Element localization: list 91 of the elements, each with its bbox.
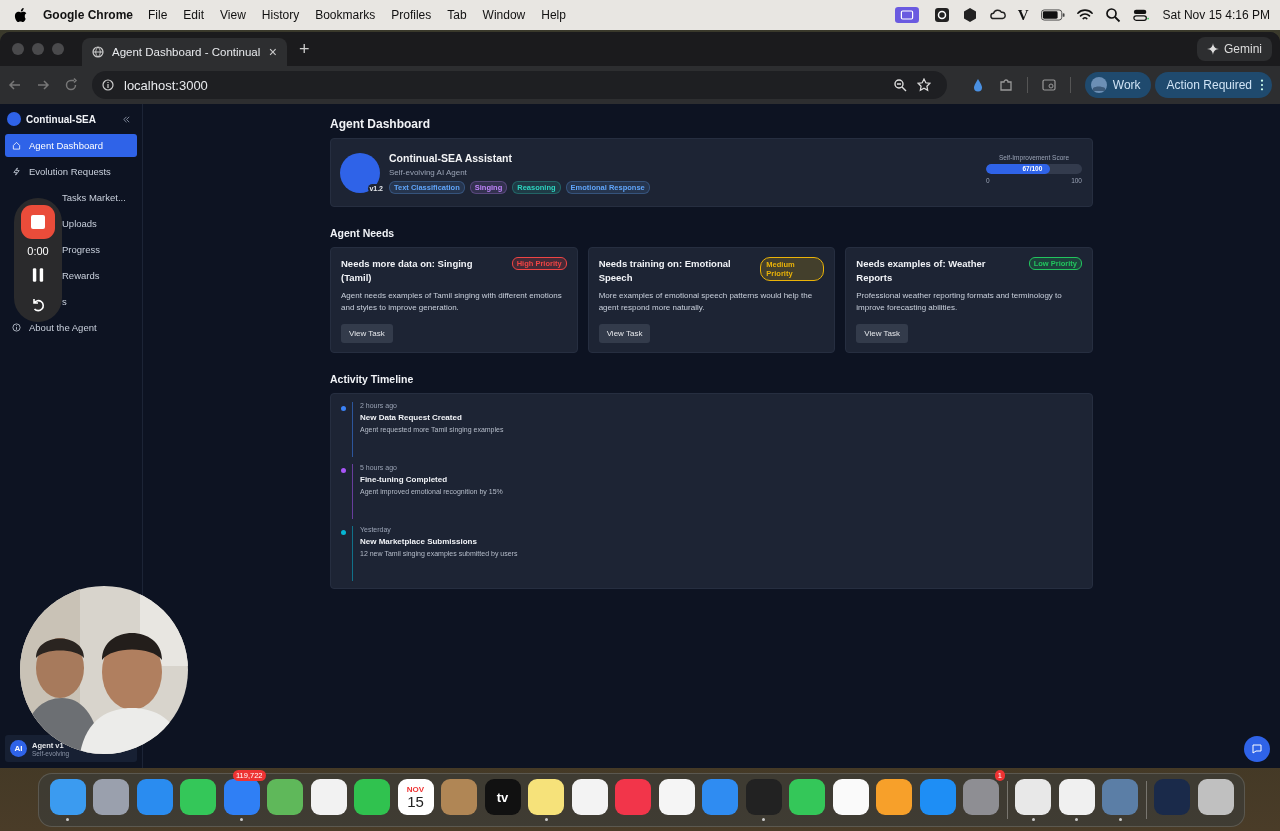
need-title: Needs training on: Emotional Speech xyxy=(598,257,732,285)
app-icon[interactable] xyxy=(1015,779,1051,815)
menu-item[interactable]: Window xyxy=(482,8,526,22)
puzzle-icon[interactable] xyxy=(998,78,1013,92)
sidebar-item[interactable]: About the Agent xyxy=(5,316,137,339)
menu-item[interactable]: Profiles xyxy=(391,8,432,22)
menu-item[interactable]: File xyxy=(148,8,168,22)
profile-button[interactable]: Work xyxy=(1084,72,1151,98)
view-task-button[interactable]: View Task xyxy=(856,324,909,343)
app-icon[interactable] xyxy=(93,779,129,815)
search-icon[interactable] xyxy=(1104,7,1121,23)
battery-icon xyxy=(1040,7,1065,23)
section-title: Agent Needs xyxy=(330,227,396,239)
menu-item[interactable]: Help xyxy=(541,8,566,22)
tab-close-button[interactable]: × xyxy=(268,44,277,60)
info-icon[interactable] xyxy=(102,79,114,91)
reload-icon[interactable] xyxy=(64,78,78,92)
app-menu[interactable]: Google Chrome xyxy=(43,8,133,22)
sidebar-item[interactable]: s xyxy=(59,290,137,313)
brand-name: Continual-SEA xyxy=(26,113,96,125)
globe-icon xyxy=(92,46,104,58)
app-icon[interactable] xyxy=(1197,779,1234,815)
event-title: New Marketplace Submissions xyxy=(360,537,478,546)
app-icon[interactable] xyxy=(876,779,912,815)
zoom-icon[interactable] xyxy=(892,78,907,92)
collapse-icon[interactable] xyxy=(122,114,131,124)
avatar-icon xyxy=(1090,77,1107,93)
sidebar-item[interactable]: Rewards xyxy=(59,264,137,287)
need-title: Needs examples of: Weather Reports xyxy=(856,257,987,285)
app-icon[interactable] xyxy=(180,779,216,815)
app-icon[interactable] xyxy=(571,779,608,815)
back-icon[interactable] xyxy=(8,78,22,92)
more-icon xyxy=(1260,79,1264,91)
app-icon[interactable] xyxy=(528,779,564,815)
need-description: Agent needs examples of Tamil singing with different emotions and styles to improve generation. xyxy=(341,290,563,314)
sidebar-item[interactable]: Progress xyxy=(59,238,137,261)
action-required-button[interactable]: Action Required xyxy=(1154,72,1272,98)
menu-item[interactable]: Edit xyxy=(183,8,205,22)
menu-item[interactable]: History xyxy=(261,8,300,22)
view-task-button[interactable]: View Task xyxy=(341,324,393,343)
control-center-icon[interactable] xyxy=(1132,7,1149,23)
new-tab-button[interactable]: + xyxy=(299,38,310,60)
need-title: Needs more data on: Singing (Tamil) xyxy=(341,257,474,285)
app-icon[interactable] xyxy=(354,779,390,815)
info-icon xyxy=(12,323,21,332)
need-description: More examples of emotional speech patterns would help the agent respond more naturally. xyxy=(598,290,814,314)
view-task-button[interactable]: View Task xyxy=(598,324,651,343)
gemini-button[interactable]: Gemini xyxy=(1197,37,1272,61)
menu-item[interactable]: Bookmarks xyxy=(315,8,376,22)
chat-button[interactable] xyxy=(1244,736,1270,762)
app-icon[interactable]: NOV 15 xyxy=(397,779,434,815)
star-icon[interactable] xyxy=(916,78,931,92)
chat-icon xyxy=(1251,743,1263,755)
sidebar-item[interactable]: Tasks Market... xyxy=(59,186,137,209)
home-icon xyxy=(12,141,21,150)
menu-item[interactable]: View xyxy=(220,8,246,22)
pause-icon[interactable] xyxy=(32,267,44,283)
sidebar-item[interactable]: Agent Dashboard xyxy=(5,134,137,157)
address-bar[interactable]: localhost:3000 xyxy=(92,71,947,99)
app-icon[interactable] xyxy=(789,779,825,815)
event-title: New Data Request Created xyxy=(360,413,463,422)
app-icon[interactable]: tv xyxy=(484,779,521,815)
recording-time: 0:00 xyxy=(27,245,49,257)
agent-subtitle: Self-evolving AI Agent xyxy=(389,167,468,177)
app-icon[interactable] xyxy=(1058,779,1095,815)
sparkle-icon xyxy=(1207,43,1219,55)
apple-icon[interactable] xyxy=(14,7,27,23)
need-description: Professional weather reporting formats and terminology to improve forecasting abilities. xyxy=(856,290,1063,314)
event-title: Fine-tuning Completed xyxy=(360,475,449,484)
section-title: Activity Timeline xyxy=(330,373,415,385)
lightning-icon xyxy=(12,167,21,176)
stop-button[interactable] xyxy=(21,205,55,239)
clock[interactable]: Sat Nov 15 4:16 PM xyxy=(1162,8,1270,22)
sidebar-item[interactable]: Uploads xyxy=(59,212,137,235)
forward-icon[interactable] xyxy=(36,78,50,92)
app-icon[interactable] xyxy=(658,779,695,815)
app-icon[interactable] xyxy=(267,779,303,815)
url-text: localhost:3000 xyxy=(124,77,208,93)
agent-name: Continual-SEA Assistant xyxy=(389,151,513,164)
app-icon[interactable] xyxy=(310,779,347,815)
tab-title: Agent Dashboard - Continual xyxy=(112,46,261,58)
restart-icon[interactable] xyxy=(30,297,46,313)
app-icon[interactable] xyxy=(832,779,869,815)
page-title: Agent Dashboard xyxy=(330,117,431,131)
status-letter[interactable]: V xyxy=(1017,6,1029,24)
menu-item[interactable]: Tab xyxy=(447,8,467,22)
window-search-icon[interactable] xyxy=(1041,78,1056,92)
logo-icon xyxy=(7,112,21,126)
sidebar-item[interactable]: Evolution Requests xyxy=(5,160,137,183)
browser-tab[interactable]: Agent Dashboard - Continual × xyxy=(82,38,287,66)
avatar: AI xyxy=(10,740,27,757)
